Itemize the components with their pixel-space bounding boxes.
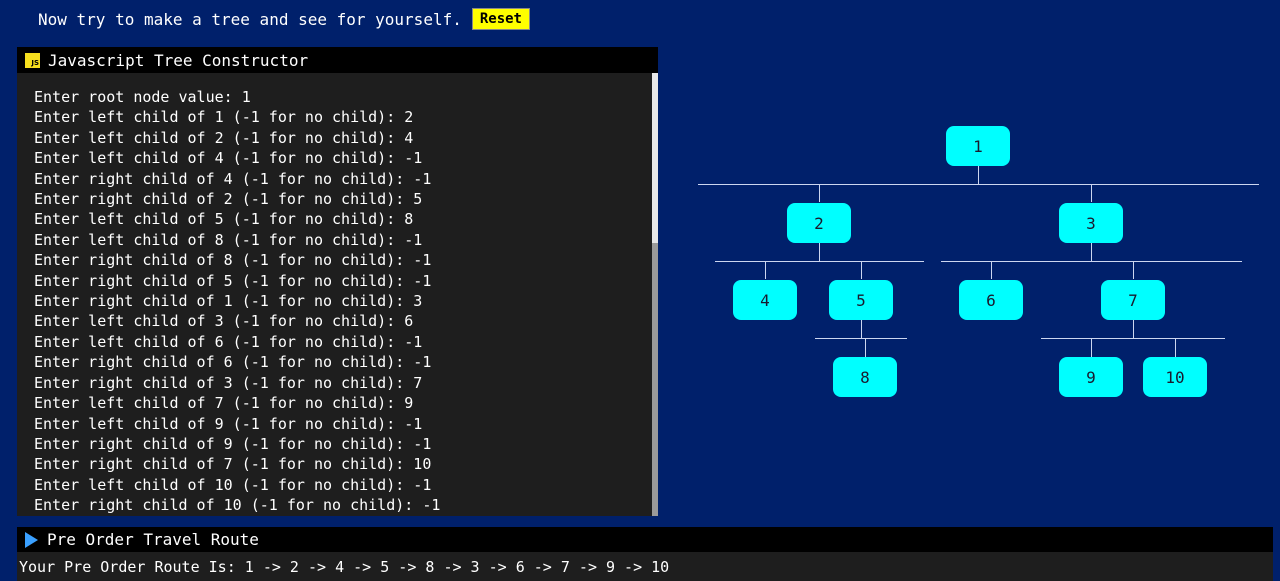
- console-line: Enter left child of 8 (-1 for no child):…: [34, 230, 423, 249]
- console-line: Enter left child of 9 (-1 for no child):…: [34, 414, 423, 433]
- scrollbar-thumb[interactable]: [652, 243, 658, 516]
- console-line: Enter left child of 4 (-1 for no child):…: [34, 149, 423, 168]
- connector-line: [861, 261, 862, 279]
- route-header[interactable]: Pre Order Travel Route: [17, 527, 1273, 552]
- connector-line: [1133, 320, 1134, 338]
- connector-line: [815, 338, 907, 339]
- tree-node[interactable]: 8: [833, 357, 897, 397]
- tree-node[interactable]: 3: [1059, 203, 1123, 243]
- connector-line: [941, 261, 1242, 262]
- console-line: Enter left child of 6 (-1 for no child):…: [34, 332, 423, 351]
- connector-line: [991, 261, 992, 279]
- console-line: Enter right child of 4 (-1 for no child)…: [34, 169, 432, 188]
- tree-node[interactable]: 9: [1059, 357, 1123, 397]
- console-line: Enter right child of 7 (-1 for no child)…: [34, 455, 432, 474]
- connector-line: [1091, 184, 1092, 202]
- console-line: Enter right child of 9 (-1 for no child)…: [34, 434, 432, 453]
- tree-node[interactable]: 7: [1101, 280, 1165, 320]
- console-line: Enter right child of 5 (-1 for no child)…: [34, 271, 432, 290]
- connector-line: [1133, 261, 1134, 279]
- connector-line: [861, 320, 862, 338]
- connector-line: [819, 243, 820, 261]
- connector-line: [1091, 243, 1092, 261]
- route-result: Your Pre Order Route Is: 1 -> 2 -> 4 -> …: [17, 552, 1273, 581]
- console-line: Enter right child of 10 (-1 for no child…: [34, 496, 441, 515]
- console-line: Enter root node value: 1: [34, 88, 251, 106]
- tree-constructor-console: JS Javascript Tree Constructor Enter roo…: [17, 47, 658, 516]
- console-line: Enter right child of 2 (-1 for no child)…: [34, 190, 423, 209]
- connector-line: [865, 338, 866, 357]
- connector-line: [698, 184, 1259, 185]
- connector-line: [1091, 338, 1092, 357]
- connector-line: [978, 166, 979, 184]
- route-title: Pre Order Travel Route: [47, 530, 259, 549]
- console-line: Enter left child of 2 (-1 for no child):…: [34, 128, 414, 147]
- javascript-icon: JS: [25, 52, 40, 68]
- console-line: Enter right child of 6 (-1 for no child)…: [34, 353, 432, 372]
- console-line: Enter right child of 8 (-1 for no child)…: [34, 251, 432, 270]
- connector-line: [819, 184, 820, 202]
- console-line: Enter right child of 3 (-1 for no child)…: [34, 373, 423, 392]
- tree-node[interactable]: 2: [787, 203, 851, 243]
- console-line: Enter left child of 3 (-1 for no child):…: [34, 312, 414, 331]
- instruction-text: Now try to make a tree and see for yours…: [38, 9, 462, 29]
- console-line: Enter right child of 1 (-1 for no child)…: [34, 292, 423, 311]
- console-scrollbar[interactable]: [652, 73, 658, 516]
- tree-node[interactable]: 10: [1143, 357, 1207, 397]
- console-line: Enter left child of 5 (-1 for no child):…: [34, 210, 414, 229]
- console-line: Enter left child of 10 (-1 for no child)…: [34, 475, 432, 494]
- tree-node[interactable]: 1: [946, 126, 1010, 166]
- tree-node[interactable]: 4: [733, 280, 797, 320]
- console-line: Enter left child of 1 (-1 for no child):…: [34, 108, 414, 127]
- console-title: Javascript Tree Constructor: [48, 50, 309, 70]
- tree-node[interactable]: 6: [959, 280, 1023, 320]
- reset-button[interactable]: Reset: [471, 8, 530, 30]
- console-line: Enter left child of 7 (-1 for no child):…: [34, 394, 414, 413]
- tree-node[interactable]: 5: [829, 280, 893, 320]
- connector-line: [715, 261, 924, 262]
- preorder-route-panel: Pre Order Travel Route Your Pre Order Ro…: [17, 527, 1273, 581]
- console-header: JS Javascript Tree Constructor: [17, 47, 658, 73]
- console-output[interactable]: Enter root node value: 1 Enter left child…: [34, 87, 648, 516]
- connector-line: [1041, 338, 1225, 339]
- top-bar: Now try to make a tree and see for yours…: [38, 6, 530, 32]
- play-icon[interactable]: [25, 531, 38, 548]
- connector-line: [765, 261, 766, 279]
- connector-line: [1175, 338, 1176, 357]
